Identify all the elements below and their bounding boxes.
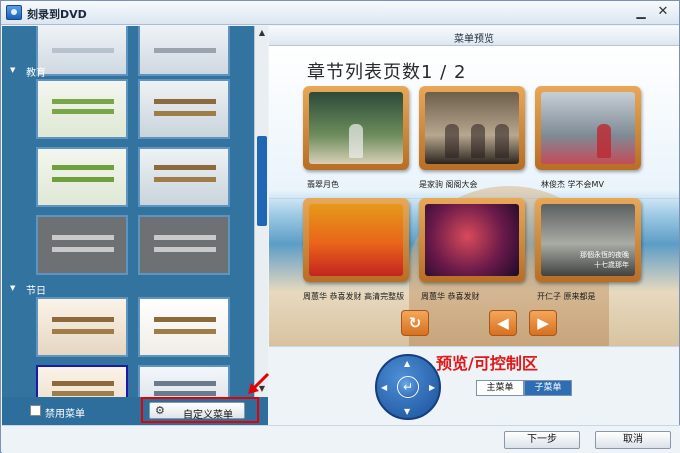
- chapter-label-6: 开仁子 原来都是: [537, 292, 596, 301]
- custom-menu-label: 自定义菜单: [183, 410, 233, 421]
- gear-icon: ⚙: [155, 404, 165, 417]
- next-button[interactable]: 下一步: [504, 431, 580, 449]
- red-arrow-annotation: [248, 372, 270, 394]
- menu-preview: 章节列表页数1 / 2 翡翠月色 是家驹 阁阁大会 林俊杰 学不会MV 那個永恆…: [269, 46, 679, 346]
- template-thumb[interactable]: [138, 26, 230, 76]
- vertical-scrollbar[interactable]: ▲ ▼: [254, 26, 268, 397]
- template-list: ▼ 教育 ▼ 节日: [2, 26, 254, 397]
- chapter-thumb-1[interactable]: [303, 86, 409, 170]
- chapter-label-3: 林俊杰 学不会MV: [541, 180, 604, 189]
- template-thumb[interactable]: [138, 297, 230, 357]
- chapter-label-4: 周蕙华 恭喜发财 高清完整版: [303, 292, 405, 301]
- chapter-thumb-5[interactable]: [419, 198, 525, 282]
- template-thumb[interactable]: [36, 26, 128, 76]
- navigation-dpad[interactable]: ▲ ▼ ◀ ▶ ↵: [375, 354, 441, 420]
- chapter-page-title: 章节列表页数1 / 2: [307, 62, 467, 83]
- category-education[interactable]: 教育: [26, 64, 46, 79]
- dpad-left-icon[interactable]: ◀: [381, 383, 387, 392]
- tab-sub-menu[interactable]: 子菜单: [524, 380, 572, 396]
- enter-icon[interactable]: ↵: [397, 376, 419, 398]
- template-thumb[interactable]: [138, 147, 230, 207]
- close-button[interactable]: ✕: [653, 4, 673, 21]
- chapter-thumb-3[interactable]: [535, 86, 641, 170]
- disable-menu-checkbox[interactable]: [30, 405, 41, 416]
- scroll-up-icon[interactable]: ▲: [256, 27, 268, 39]
- left-panel-footer: 禁用菜单 ⚙ 自定义菜单: [2, 397, 268, 425]
- template-panel: ▼ 教育 ▼ 节日 ▲ ▼: [2, 26, 268, 397]
- template-thumb[interactable]: [138, 215, 230, 275]
- cancel-button[interactable]: 取消: [595, 431, 671, 449]
- arrow-left-icon[interactable]: ◀: [489, 310, 517, 336]
- template-thumb[interactable]: [36, 215, 128, 275]
- template-thumb[interactable]: [36, 297, 128, 357]
- window-title: 刻录到DVD: [27, 8, 87, 21]
- chapter-label-5: 周蕙华 恭喜发财: [421, 292, 480, 301]
- loop-icon[interactable]: ↻: [401, 310, 429, 336]
- dpad-down-icon[interactable]: ▼: [404, 407, 410, 416]
- chevron-down-icon[interactable]: ▼: [10, 284, 15, 292]
- chapter-label-2: 是家驹 阁阁大会: [419, 180, 478, 189]
- template-thumb-selected[interactable]: [36, 365, 128, 397]
- dialog-footer: 下一步 取消: [2, 425, 680, 453]
- preview-header-title: 菜单预览: [454, 34, 494, 45]
- chapter-label-1: 翡翠月色: [307, 180, 339, 189]
- tab-main-menu[interactable]: 主菜单: [476, 380, 524, 396]
- dpad-up-icon[interactable]: ▲: [404, 359, 410, 368]
- chevron-down-icon[interactable]: ▼: [10, 66, 15, 74]
- dpad-right-icon[interactable]: ▶: [429, 383, 435, 392]
- disable-menu-label: 禁用菜单: [45, 409, 85, 420]
- minimize-button[interactable]: ▁: [631, 4, 651, 21]
- arrow-right-icon[interactable]: ▶: [529, 310, 557, 336]
- template-thumb[interactable]: [36, 79, 128, 139]
- chapter-thumb-4[interactable]: [303, 198, 409, 282]
- title-bar: 刻录到DVD ▁ ✕: [1, 1, 679, 25]
- preview-header: 菜单预览: [269, 26, 679, 46]
- control-area: ▲ ▼ ◀ ▶ ↵ 预览/可控制区 主菜单 子菜单: [269, 346, 679, 425]
- thumb-caption-2: 十七歲那年: [594, 261, 629, 269]
- thumb-caption: 那個永恆的夜晚: [580, 251, 629, 259]
- app-icon: [6, 5, 22, 20]
- annotation-text: 预览/可控制区: [436, 354, 538, 373]
- chapter-thumb-2[interactable]: [419, 86, 525, 170]
- template-thumb[interactable]: [138, 79, 230, 139]
- template-thumb[interactable]: [138, 365, 230, 397]
- app-window: 刻录到DVD ▁ ✕ ▼ 教育 ▼ 节日 ▲ ▼ 禁用菜单 ⚙ 自定义菜单 菜单…: [0, 0, 680, 453]
- chapter-thumb-6[interactable]: 那個永恆的夜晚 十七歲那年: [535, 198, 641, 282]
- scroll-thumb[interactable]: [257, 136, 267, 226]
- template-thumb[interactable]: [36, 147, 128, 207]
- custom-menu-button[interactable]: ⚙ 自定义菜单: [149, 402, 245, 421]
- category-holiday[interactable]: 节日: [26, 282, 46, 297]
